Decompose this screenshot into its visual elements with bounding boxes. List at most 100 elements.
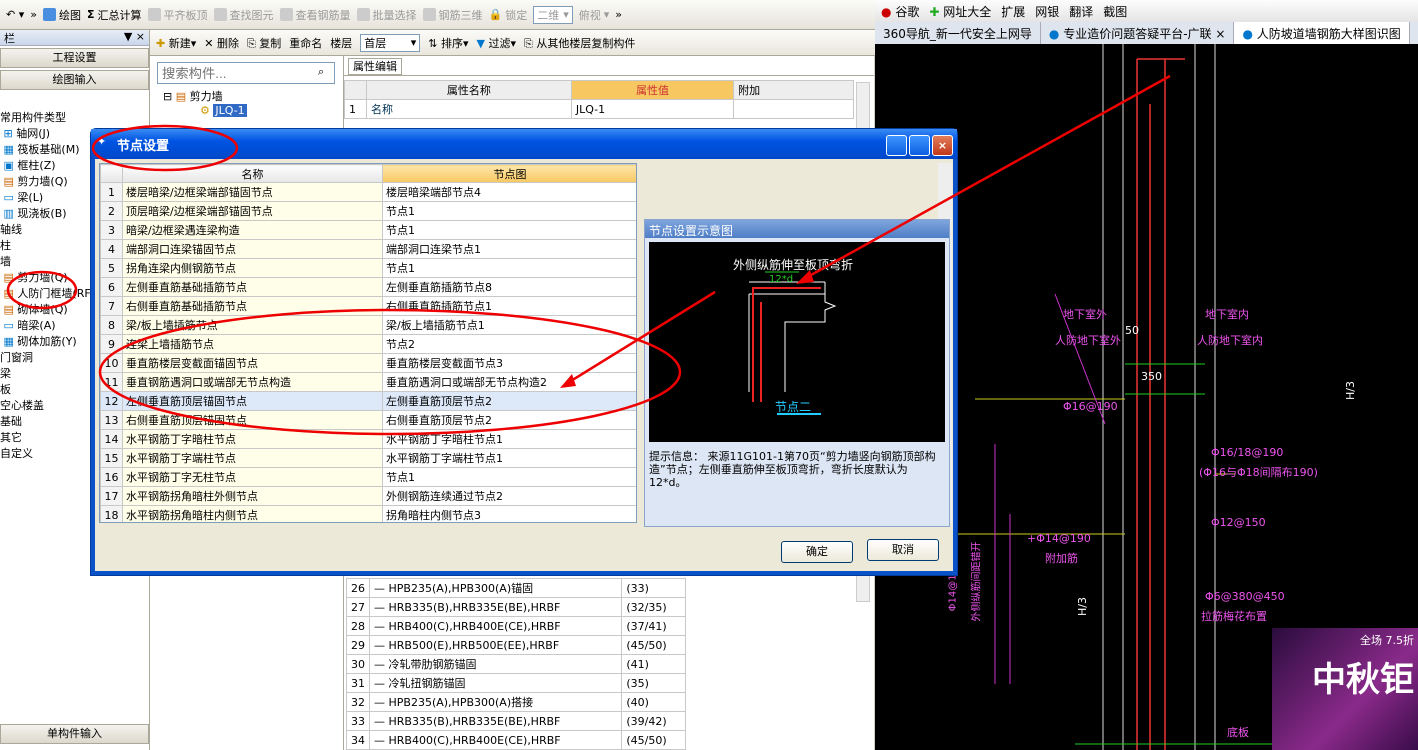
table-row[interactable]: 27— HRB335(B),HRB335E(BE),HRBF (32/35) — [346, 597, 686, 617]
node-name: 右侧垂直筋基础插筋节点 — [122, 296, 383, 316]
prop-value[interactable]: (45/50) — [621, 635, 686, 655]
bookmark-google[interactable]: ● 谷歌 — [881, 3, 919, 20]
browser-tab[interactable]: 360导航_新一代安全上网导 — [875, 22, 1041, 44]
node-value[interactable]: 垂直筋楼层变截面节点3 — [382, 353, 636, 373]
prop-value[interactable]: (40) — [621, 692, 686, 712]
node-value[interactable]: 节点1 — [382, 258, 636, 278]
browser-tab[interactable]: ● 专业造价问题答疑平台-广联 × — [1041, 22, 1235, 44]
table-row[interactable]: 7 右侧垂直筋基础插筋节点 右侧垂直筋插筋节点1 — [100, 296, 636, 316]
table-row[interactable]: 4 端部洞口连梁锚固节点 端部洞口连梁节点1 — [100, 239, 636, 259]
undo-icon[interactable]: ↶ ▾ — [6, 8, 24, 21]
cancel-button[interactable]: 取消 — [867, 539, 939, 561]
node-value[interactable]: 端部洞口连梁节点1 — [382, 239, 636, 259]
copy-button[interactable]: ⎘ 复制 — [247, 35, 281, 51]
node-value[interactable]: 节点1 — [382, 220, 636, 240]
node-value[interactable]: 节点1 — [382, 467, 636, 487]
node-value[interactable]: 拐角暗柱内侧节点3 — [382, 505, 636, 522]
node-value[interactable]: 右侧垂直筋插筋节点1 — [382, 296, 636, 316]
node-value[interactable]: 外侧钢筋连续通过节点2 — [382, 486, 636, 506]
rename-button[interactable]: 重命名 — [289, 35, 322, 51]
prop-value[interactable]: (35) — [621, 673, 686, 693]
table-row[interactable]: 16 水平钢筋丁字无柱节点 节点1 — [100, 467, 636, 487]
new-button[interactable]: ✚ 新建▾ — [156, 35, 196, 51]
bank-button[interactable]: 网银 — [1035, 3, 1059, 20]
table-row[interactable]: 17 水平钢筋拐角暗柱外侧节点 外侧钢筋连续通过节点2 — [100, 486, 636, 506]
maximize-button[interactable] — [909, 135, 930, 156]
table-row[interactable]: 30— 冷轧带肋钢筋锚固 (41) — [346, 654, 686, 674]
copy-from-floor-button[interactable]: ⎘ 从其他楼层复制构件 — [524, 35, 635, 51]
table-row[interactable]: 33— HRB335(B),HRB335E(BE),HRBF (39/42) — [346, 711, 686, 731]
table-row[interactable]: 14 水平钢筋丁字暗柱节点 水平钢筋丁字暗柱节点1 — [100, 429, 636, 449]
view-mode-select[interactable]: 二维 ▾ — [533, 5, 573, 24]
table-row[interactable]: 34— HRB400(C),HRB400E(CE),HRBF (45/50) — [346, 730, 686, 750]
single-component-button[interactable]: 单构件输入 — [0, 724, 149, 744]
tab-property-edit[interactable]: 属性编辑 — [344, 56, 874, 76]
table-row[interactable]: 5 拐角连梁内侧钢筋节点 节点1 — [100, 258, 636, 278]
table-row[interactable]: 13 右侧垂直筋顶层锚固节点 右侧垂直筋顶层节点2 — [100, 410, 636, 430]
table-row[interactable]: 29— HRB500(E),HRB500E(EE),HRBF (45/50) — [346, 635, 686, 655]
ok-button[interactable]: 确定 — [781, 541, 853, 563]
prop-value[interactable]: (37/41) — [621, 616, 686, 636]
project-settings-button[interactable]: 工程设置 — [0, 48, 149, 68]
pin-close-icon[interactable]: ▼ × — [124, 30, 145, 45]
delete-button[interactable]: ✕ 删除 — [204, 35, 239, 51]
draw-button[interactable]: 绘图 — [42, 7, 81, 23]
table-row[interactable]: 28— HRB400(C),HRB400E(CE),HRBF (37/41) — [346, 616, 686, 636]
table-row[interactable]: 1 名称 JLQ-1 — [344, 99, 854, 119]
minimize-button[interactable] — [886, 135, 907, 156]
node-value[interactable]: 梁/板上墙插筋节点1 — [382, 315, 636, 335]
node-value[interactable]: 右侧垂直筋顶层节点2 — [382, 410, 636, 430]
table-row[interactable]: 1 楼层暗梁/边框梁端部锚固节点 楼层暗梁端部节点4 — [100, 182, 636, 202]
ad-banner[interactable]: 全场 7.5折 中秋钜 — [1272, 628, 1418, 750]
table-row[interactable]: 6 左侧垂直筋基础插筋节点 左侧垂直筋插筋节点8 — [100, 277, 636, 297]
table-row[interactable]: 18 水平钢筋拐角暗柱内侧节点 拐角暗柱内侧节点3 — [100, 505, 636, 522]
tree-node-shear-wall[interactable]: ⊟ ▤ 剪力墙 — [163, 88, 223, 104]
bookmark-nav[interactable]: ✚ 网址大全 — [929, 3, 991, 20]
node-value[interactable]: 左侧垂直筋插筋节点8 — [382, 277, 636, 297]
search-input[interactable] — [157, 62, 335, 84]
drawing-input-button[interactable]: 绘图输入 — [0, 70, 149, 90]
node-value[interactable]: 水平钢筋丁字端柱节点1 — [382, 448, 636, 468]
floor-select[interactable]: 首层 ▾ — [360, 33, 421, 52]
node-value[interactable]: 垂直筋遇洞口或端部无节点构造2 — [382, 372, 636, 392]
table-row[interactable]: 31— 冷轧扭钢筋锚固 (35) — [346, 673, 686, 693]
lock-button[interactable]: 🔒 锁定 — [489, 7, 528, 23]
rebar3d-button[interactable]: 钢筋三维 — [422, 7, 483, 23]
prop-value[interactable]: (39/42) — [621, 711, 686, 731]
search-icon[interactable]: ⌕ — [318, 65, 324, 79]
node-value[interactable]: 节点2 — [382, 334, 636, 354]
table-row[interactable]: 10 垂直筋楼层变截面锚固节点 垂直筋楼层变截面节点3 — [100, 353, 636, 373]
table-row[interactable]: 9 连梁上墙插筋节点 节点2 — [100, 334, 636, 354]
table-row[interactable]: 8 梁/板上墙插筋节点 梁/板上墙插筋节点1 — [100, 315, 636, 335]
prop-value[interactable]: (45/50) — [621, 730, 686, 750]
filter-button[interactable]: ▼ 过滤▾ — [477, 35, 517, 51]
view-angle-button[interactable]: 俯视 ▾ — [579, 7, 610, 23]
batch-select-button[interactable]: 批量选择 — [356, 7, 417, 23]
node-value[interactable]: 水平钢筋丁字暗柱节点1 — [382, 429, 636, 449]
node-value[interactable]: 楼层暗梁端部节点4 — [382, 182, 636, 202]
close-button[interactable]: × — [932, 135, 953, 156]
find-button[interactable]: 查找图元 — [213, 7, 274, 23]
flat-button[interactable]: 平齐板顶 — [147, 7, 208, 23]
view-rebar-button[interactable]: 查看钢筋量 — [279, 7, 351, 23]
table-row[interactable]: 2 顶层暗梁/边框梁端部锚固节点 节点1 — [100, 201, 636, 221]
tree-item[interactable]: 常用构件类型 — [0, 110, 149, 126]
table-row[interactable]: 11 垂直钢筋遇洞口或端部无节点构造 垂直筋遇洞口或端部无节点构造2 — [100, 372, 636, 392]
table-row[interactable]: 26— HPB235(A),HPB300(A)锚固 (33) — [346, 578, 686, 598]
table-row[interactable]: 3 暗梁/边框梁遇连梁构造 节点1 — [100, 220, 636, 240]
sum-button[interactable]: Σ 汇总计算 — [87, 7, 142, 23]
tree-node-jlq1[interactable]: ⚙ JLQ-1 — [200, 104, 247, 117]
sort-button[interactable]: ⇅ 排序▾ — [428, 35, 468, 51]
node-value[interactable]: 左侧垂直筋顶层节点2 — [382, 391, 636, 411]
table-row[interactable]: 32— HPB235(A),HPB300(A)搭接 (40) — [346, 692, 686, 712]
browser-tab-active[interactable]: ● 人防坡道墙钢筋大样图识图 — [1234, 22, 1410, 44]
translate-button[interactable]: 翻译 — [1069, 3, 1093, 20]
table-row[interactable]: 12 左侧垂直筋顶层锚固节点 左侧垂直筋顶层节点2 — [100, 391, 636, 411]
node-value[interactable]: 节点1 — [382, 201, 636, 221]
prop-value[interactable]: (41) — [621, 654, 686, 674]
ext-button[interactable]: 扩展 — [1001, 3, 1025, 20]
prop-value[interactable]: (32/35) — [621, 597, 686, 617]
screenshot-button[interactable]: 截图 — [1103, 3, 1127, 20]
table-row[interactable]: 15 水平钢筋丁字端柱节点 水平钢筋丁字端柱节点1 — [100, 448, 636, 468]
prop-value[interactable]: (33) — [621, 578, 686, 598]
